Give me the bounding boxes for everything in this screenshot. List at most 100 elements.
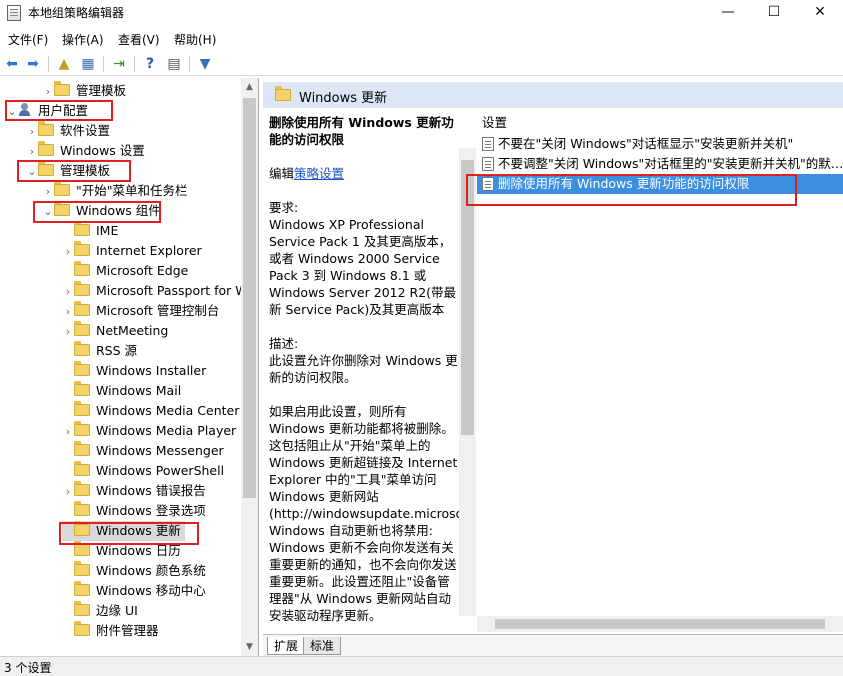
tree-item[interactable]: 边缘 UI bbox=[62, 601, 138, 621]
chevron-right-icon[interactable]: › bbox=[62, 322, 74, 342]
tree-item-label: Windows Media Player bbox=[96, 423, 237, 438]
scroll-down-icon[interactable]: ▼ bbox=[241, 642, 258, 652]
menu-action[interactable]: 操作(A) bbox=[62, 31, 104, 48]
requirements-label: 要求: bbox=[269, 200, 299, 215]
chevron-right-icon[interactable]: › bbox=[62, 242, 74, 262]
folder-icon bbox=[38, 141, 54, 156]
folder-icon bbox=[74, 541, 90, 556]
chevron-right-icon[interactable]: › bbox=[42, 82, 54, 102]
toolbar: ⬅ ➡ ▲ ▦ ⇥ ? ▤ ▼ bbox=[0, 52, 843, 76]
policy-settings-link[interactable]: 策略设置 bbox=[294, 166, 344, 181]
settings-hscrollbar[interactable] bbox=[477, 616, 843, 632]
menu-file[interactable]: 文件(F) bbox=[8, 31, 48, 48]
maximize-button[interactable]: ☐ bbox=[751, 0, 797, 26]
tree-item-label: Windows 设置 bbox=[60, 143, 145, 158]
toolbar-separator bbox=[189, 56, 190, 72]
scroll-up-icon[interactable]: ▲ bbox=[241, 82, 258, 92]
tree-item[interactable]: › 管理模板 bbox=[42, 81, 126, 101]
chevron-right-icon[interactable]: › bbox=[62, 422, 74, 442]
tree-item[interactable]: › NetMeeting bbox=[62, 321, 168, 341]
tree-item-label: 管理模板 bbox=[76, 83, 127, 98]
folder-icon bbox=[74, 461, 90, 476]
chevron-right-icon[interactable]: › bbox=[42, 182, 54, 202]
tree-item-label: Windows Mail bbox=[96, 383, 182, 398]
tree-item[interactable]: › 软件设置 bbox=[26, 121, 110, 141]
tree-item[interactable]: › Internet Explorer bbox=[62, 241, 202, 261]
minimize-button[interactable]: — bbox=[705, 0, 751, 26]
tree-item-label: RSS 源 bbox=[96, 343, 138, 358]
status-text: 3 个设置 bbox=[4, 661, 52, 675]
folder-icon bbox=[74, 481, 90, 496]
help-icon[interactable]: ? bbox=[141, 55, 159, 73]
tree-item-label: 附件管理器 bbox=[96, 623, 159, 638]
tree-item-label: Microsoft Edge bbox=[96, 263, 189, 278]
folder-icon bbox=[38, 121, 54, 136]
folder-icon bbox=[74, 441, 90, 456]
tree-item[interactable]: Windows Installer bbox=[62, 361, 206, 381]
tree-item-label: Internet Explorer bbox=[96, 243, 202, 258]
folder-icon bbox=[275, 86, 291, 101]
tree-item[interactable]: Windows PowerShell bbox=[62, 461, 224, 481]
tree-scrollbar[interactable]: ▲ ▼ bbox=[241, 78, 258, 656]
tree-item[interactable]: 附件管理器 bbox=[62, 621, 159, 641]
description-label: 描述: bbox=[269, 336, 299, 351]
tree-item-label: Microsoft Passport for W bbox=[96, 283, 248, 298]
chevron-right-icon[interactable]: › bbox=[26, 142, 38, 162]
folder-icon bbox=[74, 561, 90, 576]
tree-item[interactable]: Windows 颜色系统 bbox=[62, 561, 206, 581]
chevron-right-icon[interactable]: › bbox=[62, 302, 74, 322]
tree-scroll-thumb[interactable] bbox=[243, 98, 256, 498]
menu-view[interactable]: 查看(V) bbox=[118, 31, 160, 48]
description-title: 删除使用所有 Windows 更新功能的访问权限 bbox=[269, 115, 454, 147]
chevron-right-icon[interactable]: › bbox=[26, 122, 38, 142]
forward-arrow-icon[interactable]: ➡ bbox=[24, 55, 42, 73]
settings-column-header[interactable]: 设置 bbox=[482, 112, 507, 131]
tree-item[interactable]: Windows Mail bbox=[62, 381, 181, 401]
folder-icon bbox=[74, 601, 90, 616]
tree-item[interactable]: Windows 移动中心 bbox=[62, 581, 206, 601]
highlight-windows-update bbox=[59, 522, 199, 545]
tree-item-label: Windows 登录选项 bbox=[96, 503, 206, 518]
chevron-right-icon[interactable]: › bbox=[62, 282, 74, 302]
tree-item[interactable]: Windows Messenger bbox=[62, 441, 224, 461]
tree-item-label: Windows 颜色系统 bbox=[96, 563, 206, 578]
export-list-icon[interactable]: ⇥ bbox=[110, 55, 128, 73]
tree-item[interactable]: › Windows 错误报告 bbox=[62, 481, 206, 501]
tree-item[interactable]: › Microsoft Passport for W bbox=[62, 281, 248, 301]
folder-icon bbox=[74, 241, 90, 256]
folder-icon bbox=[74, 281, 90, 296]
tree-item[interactable]: › Windows 设置 bbox=[26, 141, 145, 161]
tree-item[interactable]: › Windows Media Player bbox=[62, 421, 236, 441]
folder-up-icon[interactable]: ▲ bbox=[55, 55, 73, 73]
tree-item[interactable]: Windows 登录选项 bbox=[62, 501, 206, 521]
highlight-user-config bbox=[5, 100, 113, 121]
list-item[interactable]: 不要调整"关闭 Windows"对话框里的"安装更新并关机"的默… bbox=[477, 154, 843, 174]
list-item[interactable]: 不要在"关闭 Windows"对话框显示"安装更新并关机" bbox=[477, 134, 843, 154]
folder-icon bbox=[74, 261, 90, 276]
show-hide-tree-icon[interactable]: ▦ bbox=[79, 55, 97, 73]
tree-item[interactable]: › "开始"菜单和任务栏 bbox=[42, 181, 188, 201]
filter-icon[interactable]: ▼ bbox=[196, 55, 214, 73]
tab-extended[interactable]: 扩展 bbox=[267, 637, 306, 655]
properties-icon[interactable]: ▤ bbox=[165, 55, 183, 73]
folder-icon bbox=[74, 341, 90, 356]
tree-item[interactable]: Windows Media Center bbox=[62, 401, 239, 421]
tree-item[interactable]: › Microsoft 管理控制台 bbox=[62, 301, 219, 321]
menu-help[interactable]: 帮助(H) bbox=[174, 31, 216, 48]
tree-item[interactable]: Microsoft Edge bbox=[62, 261, 188, 281]
back-arrow-icon[interactable]: ⬅ bbox=[3, 55, 21, 73]
settings-hscroll-thumb[interactable] bbox=[495, 619, 825, 629]
toolbar-separator bbox=[134, 56, 135, 72]
toolbar-separator bbox=[48, 56, 49, 72]
title-bar: 本地组策略编辑器 — ☐ ✕ bbox=[0, 0, 843, 26]
folder-icon bbox=[74, 361, 90, 376]
tree-item-label: Windows Installer bbox=[96, 363, 207, 378]
close-button[interactable]: ✕ bbox=[797, 0, 843, 26]
folder-icon bbox=[74, 501, 90, 516]
tab-standard[interactable]: 标准 bbox=[303, 637, 342, 655]
tree-item[interactable]: RSS 源 bbox=[62, 341, 137, 361]
highlight-windows-components bbox=[33, 201, 161, 223]
tree-item[interactable]: IME bbox=[62, 221, 118, 241]
chevron-right-icon[interactable]: › bbox=[62, 482, 74, 502]
description-scrollbar[interactable] bbox=[459, 148, 476, 616]
